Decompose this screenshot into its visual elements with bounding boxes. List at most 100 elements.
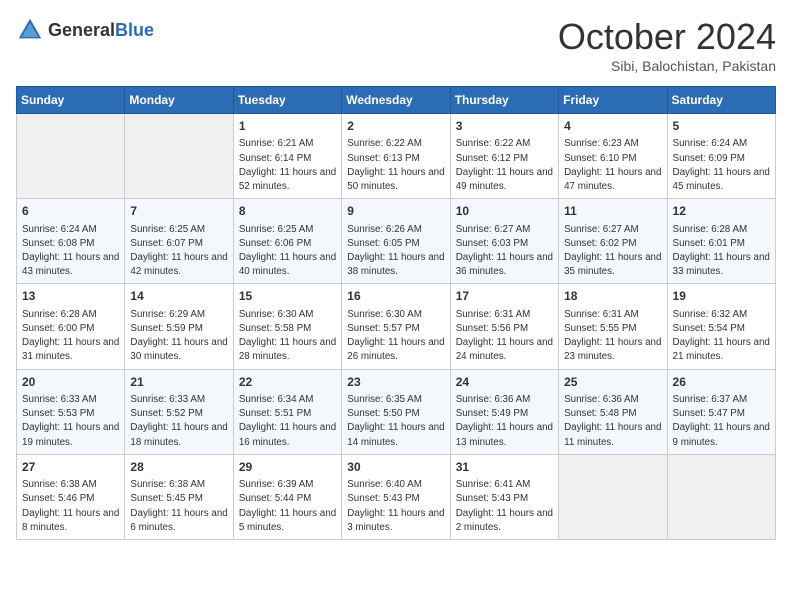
day-number: 12: [673, 203, 770, 220]
day-info: Sunrise: 6:24 AMSunset: 6:09 PMDaylight:…: [673, 137, 770, 194]
day-number: 31: [456, 459, 553, 476]
day-header-sunday: Sunday: [17, 87, 125, 114]
logo-text-general: General: [48, 20, 115, 40]
day-number: 20: [22, 374, 119, 391]
day-info: Sunrise: 6:22 AMSunset: 6:13 PMDaylight:…: [347, 137, 444, 194]
calendar-cell: 12 Sunrise: 6:28 AMSunset: 6:01 PMDayligh…: [667, 199, 775, 284]
calendar-cell: 24Sunrise: 6:36 AMSunset: 5:49 PMDayligh…: [450, 369, 558, 454]
day-info: Sunrise: 6:28 AMSunset: 6:01 PMDaylight:…: [673, 223, 770, 280]
day-number: 17: [456, 288, 553, 305]
calendar-week-row: 27 Sunrise: 6:38 AMSunset: 5:46 PMDayligh…: [17, 454, 776, 539]
day-header-thursday: Thursday: [450, 87, 558, 114]
calendar-cell: 25 Sunrise: 6:36 AMSunset: 5:48 PMDayligh…: [559, 369, 667, 454]
day-header-monday: Monday: [125, 87, 233, 114]
day-number: 8: [239, 203, 336, 220]
calendar-week-row: 1 Sunrise: 6:21 AMSunset: 6:14 PMDaylight…: [17, 114, 776, 199]
day-number: 7: [130, 203, 227, 220]
day-info: Sunrise: 6:21 AMSunset: 6:14 PMDaylight:…: [239, 137, 336, 194]
day-info: Sunrise: 6:41 AMSunset: 5:43 PMDaylight:…: [456, 478, 553, 535]
calendar-cell: 15Sunrise: 6:30 AMSunset: 5:58 PMDayligh…: [233, 284, 341, 369]
calendar-cell: 14 Sunrise: 6:29 AMSunset: 5:59 PMDayligh…: [125, 284, 233, 369]
calendar-header-row: SundayMondayTuesdayWednesdayThursdayFrid…: [17, 87, 776, 114]
day-info: Sunrise: 6:36 AMSunset: 5:49 PMDaylight:…: [456, 393, 553, 450]
day-info: Sunrise: 6:35 AMSunset: 5:50 PMDaylight:…: [347, 393, 444, 450]
day-number: 2: [347, 118, 444, 135]
calendar-cell: [667, 454, 775, 539]
day-info: Sunrise: 6:38 AMSunset: 5:46 PMDaylight:…: [22, 478, 119, 535]
calendar-cell: 4 Sunrise: 6:23 AMSunset: 6:10 PMDaylight…: [559, 114, 667, 199]
calendar-week-row: 6 Sunrise: 6:24 AMSunset: 6:08 PMDaylight…: [17, 199, 776, 284]
day-number: 22: [239, 374, 336, 391]
day-number: 23: [347, 374, 444, 391]
month-title: October 2024: [558, 16, 776, 58]
day-info: Sunrise: 6:27 AMSunset: 6:02 PMDaylight:…: [564, 223, 661, 280]
day-info: Sunrise: 6:23 AMSunset: 6:10 PMDaylight:…: [564, 137, 661, 194]
day-number: 14: [130, 288, 227, 305]
location-subtitle: Sibi, Balochistan, Pakistan: [558, 58, 776, 74]
day-info: Sunrise: 6:22 AMSunset: 6:12 PMDaylight:…: [456, 137, 553, 194]
logo-text-blue: Blue: [115, 20, 154, 40]
day-info: Sunrise: 6:29 AMSunset: 5:59 PMDaylight:…: [130, 308, 227, 365]
day-number: 5: [673, 118, 770, 135]
day-header-saturday: Saturday: [667, 87, 775, 114]
day-number: 29: [239, 459, 336, 476]
day-number: 13: [22, 288, 119, 305]
calendar-cell: 21 Sunrise: 6:33 AMSunset: 5:52 PMDayligh…: [125, 369, 233, 454]
page-header: GeneralBlue October 2024 Sibi, Balochist…: [16, 16, 776, 74]
calendar-table: SundayMondayTuesdayWednesdayThursdayFrid…: [16, 86, 776, 540]
calendar-cell: 10 Sunrise: 6:27 AMSunset: 6:03 PMDayligh…: [450, 199, 558, 284]
calendar-cell: 18Sunrise: 6:31 AMSunset: 5:55 PMDayligh…: [559, 284, 667, 369]
day-info: Sunrise: 6:33 AMSunset: 5:52 PMDaylight:…: [130, 393, 227, 450]
calendar-cell: 11 Sunrise: 6:27 AMSunset: 6:02 PMDayligh…: [559, 199, 667, 284]
day-number: 10: [456, 203, 553, 220]
calendar-cell: [125, 114, 233, 199]
calendar-cell: 28Sunrise: 6:38 AMSunset: 5:45 PMDayligh…: [125, 454, 233, 539]
logo-icon: [16, 16, 44, 44]
calendar-cell: 29Sunrise: 6:39 AMSunset: 5:44 PMDayligh…: [233, 454, 341, 539]
day-number: 16: [347, 288, 444, 305]
day-info: Sunrise: 6:32 AMSunset: 5:54 PMDaylight:…: [673, 308, 770, 365]
day-number: 6: [22, 203, 119, 220]
calendar-cell: 6 Sunrise: 6:24 AMSunset: 6:08 PMDaylight…: [17, 199, 125, 284]
day-info: Sunrise: 6:36 AMSunset: 5:48 PMDaylight:…: [564, 393, 661, 450]
calendar-cell: 2 Sunrise: 6:22 AMSunset: 6:13 PMDaylight…: [342, 114, 450, 199]
calendar-cell: 17Sunrise: 6:31 AMSunset: 5:56 PMDayligh…: [450, 284, 558, 369]
calendar-cell: 19Sunrise: 6:32 AMSunset: 5:54 PMDayligh…: [667, 284, 775, 369]
day-info: Sunrise: 6:33 AMSunset: 5:53 PMDaylight:…: [22, 393, 119, 450]
day-number: 4: [564, 118, 661, 135]
day-header-wednesday: Wednesday: [342, 87, 450, 114]
calendar-cell: 20 Sunrise: 6:33 AMSunset: 5:53 PMDayligh…: [17, 369, 125, 454]
day-info: Sunrise: 6:30 AMSunset: 5:58 PMDaylight:…: [239, 308, 336, 365]
day-info: Sunrise: 6:28 AMSunset: 6:00 PMDaylight:…: [22, 308, 119, 365]
calendar-cell: 30 Sunrise: 6:40 AMSunset: 5:43 PMDayligh…: [342, 454, 450, 539]
calendar-cell: 13 Sunrise: 6:28 AMSunset: 6:00 PMDayligh…: [17, 284, 125, 369]
day-info: Sunrise: 6:25 AMSunset: 6:07 PMDaylight:…: [130, 223, 227, 280]
day-info: Sunrise: 6:37 AMSunset: 5:47 PMDaylight:…: [673, 393, 770, 450]
day-info: Sunrise: 6:24 AMSunset: 6:08 PMDaylight:…: [22, 223, 119, 280]
calendar-cell: 22 Sunrise: 6:34 AMSunset: 5:51 PMDayligh…: [233, 369, 341, 454]
calendar-cell: [559, 454, 667, 539]
day-number: 27: [22, 459, 119, 476]
calendar-cell: 1 Sunrise: 6:21 AMSunset: 6:14 PMDaylight…: [233, 114, 341, 199]
calendar-cell: 9Sunrise: 6:26 AMSunset: 6:05 PMDaylight…: [342, 199, 450, 284]
day-info: Sunrise: 6:38 AMSunset: 5:45 PMDaylight:…: [130, 478, 227, 535]
day-number: 26: [673, 374, 770, 391]
calendar-cell: 8Sunrise: 6:25 AMSunset: 6:06 PMDaylight…: [233, 199, 341, 284]
calendar-cell: 27 Sunrise: 6:38 AMSunset: 5:46 PMDayligh…: [17, 454, 125, 539]
day-number: 21: [130, 374, 227, 391]
day-number: 1: [239, 118, 336, 135]
day-number: 25: [564, 374, 661, 391]
day-number: 11: [564, 203, 661, 220]
day-number: 18: [564, 288, 661, 305]
title-area: October 2024 Sibi, Balochistan, Pakistan: [558, 16, 776, 74]
logo: GeneralBlue: [16, 16, 154, 44]
day-info: Sunrise: 6:40 AMSunset: 5:43 PMDaylight:…: [347, 478, 444, 535]
day-header-tuesday: Tuesday: [233, 87, 341, 114]
calendar-cell: 3Sunrise: 6:22 AMSunset: 6:12 PMDaylight…: [450, 114, 558, 199]
calendar-cell: 26 Sunrise: 6:37 AMSunset: 5:47 PMDayligh…: [667, 369, 775, 454]
day-info: Sunrise: 6:27 AMSunset: 6:03 PMDaylight:…: [456, 223, 553, 280]
day-number: 30: [347, 459, 444, 476]
calendar-cell: 16Sunrise: 6:30 AMSunset: 5:57 PMDayligh…: [342, 284, 450, 369]
calendar-cell: 5 Sunrise: 6:24 AMSunset: 6:09 PMDaylight…: [667, 114, 775, 199]
day-info: Sunrise: 6:34 AMSunset: 5:51 PMDaylight:…: [239, 393, 336, 450]
